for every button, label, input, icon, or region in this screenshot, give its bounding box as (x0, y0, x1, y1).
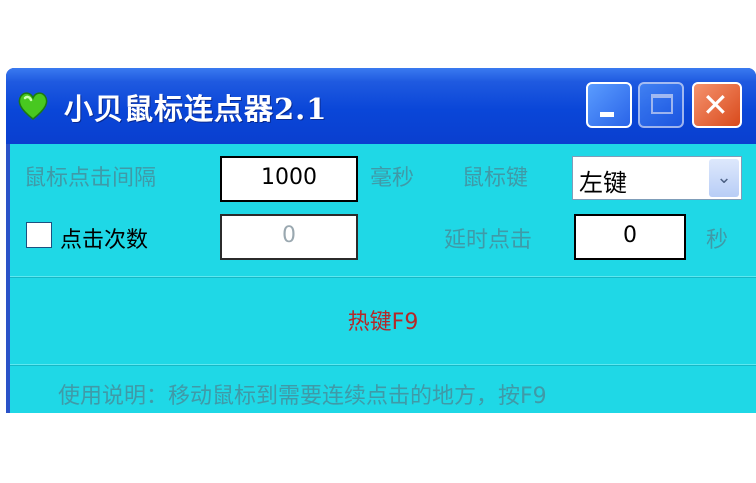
minimize-button[interactable] (586, 82, 632, 128)
mouse-button-select[interactable]: 左键 ⌄ (572, 156, 742, 200)
divider-top (10, 276, 756, 278)
delay-unit: 秒 (706, 228, 729, 253)
mouse-button-value: 左键 (579, 169, 627, 197)
title-bar[interactable]: 小贝鼠标连点器2.1 ✕ (6, 68, 756, 144)
close-button[interactable]: ✕ (692, 82, 742, 128)
usage-text: 使用说明：移动鼠标到需要连续点击的地方，按F9 (58, 384, 547, 409)
mouse-button-label: 鼠标键 (462, 166, 529, 191)
minimize-icon (600, 112, 614, 117)
delay-input[interactable]: 0 (574, 214, 686, 260)
chevron-down-icon[interactable]: ⌄ (709, 159, 739, 197)
click-count-label[interactable]: 点击次数 (60, 222, 148, 254)
hotkey-text: 热键F9 (347, 310, 419, 335)
app-window: 小贝鼠标连点器2.1 ✕ 鼠标点击间隔 1000 毫秒 鼠标键 左键 ⌄ 点击次… (6, 68, 756, 413)
close-icon: ✕ (702, 86, 729, 124)
maximize-button[interactable] (638, 82, 684, 128)
interval-input[interactable]: 1000 (220, 156, 358, 202)
interval-unit: 毫秒 (370, 166, 415, 191)
green-heart-icon (18, 92, 48, 120)
click-count-input[interactable]: 0 (220, 214, 358, 260)
click-count-checkbox[interactable] (26, 222, 52, 248)
interval-label: 鼠标点击间隔 (24, 166, 157, 191)
delay-label: 延时点击 (444, 228, 533, 253)
window-title: 小贝鼠标连点器2.1 (64, 92, 328, 126)
divider-bottom (10, 364, 756, 366)
client-area: 鼠标点击间隔 1000 毫秒 鼠标键 左键 ⌄ 点击次数 0 延时点击 0 秒 … (10, 144, 756, 413)
maximize-icon (651, 94, 673, 114)
